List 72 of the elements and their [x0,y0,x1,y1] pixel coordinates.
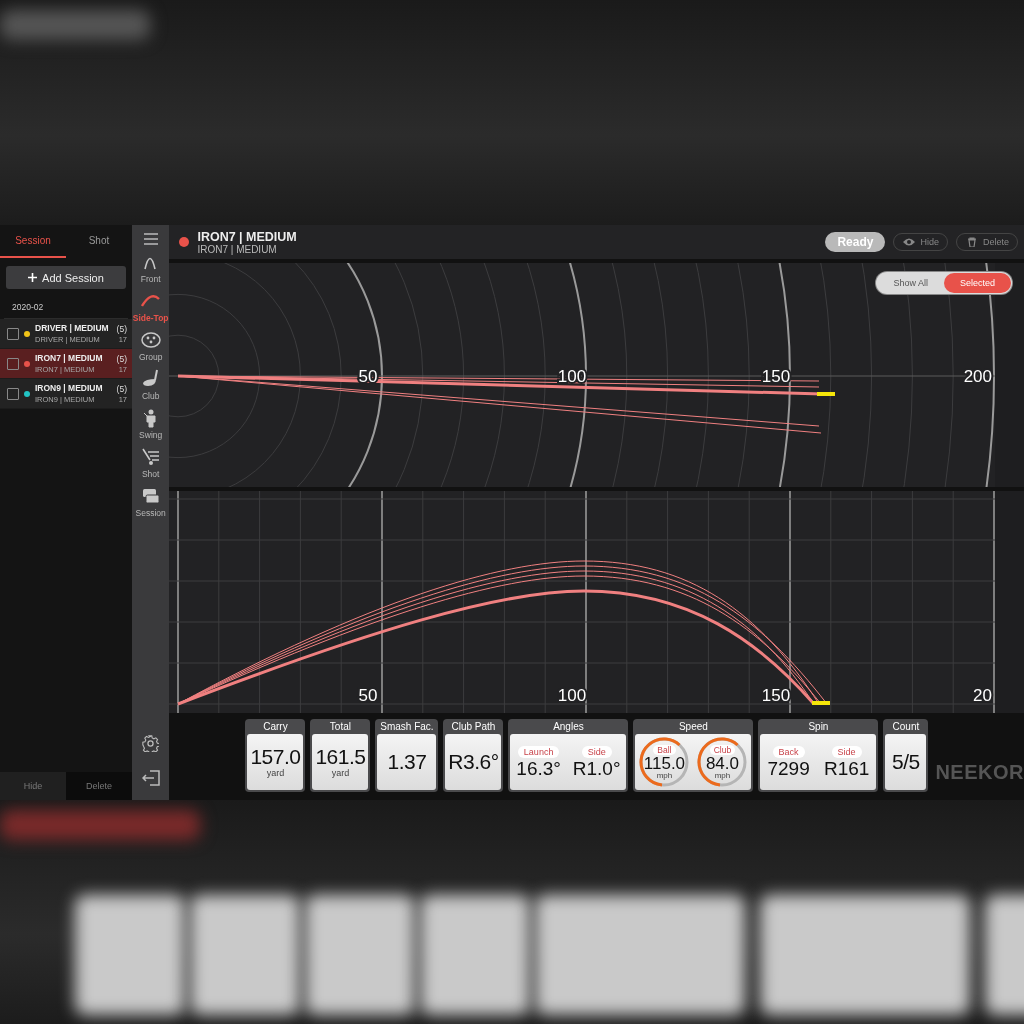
ball-icon [140,330,161,350]
toggle-option[interactable]: Show All [877,273,944,293]
settings-icon[interactable] [142,735,160,752]
stat-title: Club Path [450,720,497,734]
plus-icon [28,273,38,282]
distance-label: 20 [973,686,993,705]
stat-value: 1.37 [387,751,427,773]
stat-unit: mph [656,771,673,780]
sidebar-tab[interactable]: Shot [66,225,132,258]
shot-count: (5) [116,353,127,364]
checkbox[interactable] [7,387,19,400]
nav-item[interactable]: Session [135,486,166,518]
shot-subtitle: IRON7 | MEDIUM [197,243,278,255]
stat-value: R161 [823,758,870,779]
distance-label: 200 [964,367,993,386]
session-name: DRIVER | MEDIUM [35,323,110,333]
stat-unit: yard [331,768,350,778]
session-name: IRON7 | MEDIUM [35,353,104,363]
stat-title: Speed [677,720,709,734]
shot-title: IRON7 | MEDIUM [197,229,298,244]
brand-logo: NEEKOR [935,761,1024,784]
stat-title: Carry [262,720,289,734]
stat-value: R3.6° [448,751,499,773]
stat-title: Count [891,720,921,734]
session-name: IRON9 | MEDIUM [35,383,104,393]
stat-label: Side [581,745,612,758]
distance-label: 150 [762,686,791,705]
stat-value: R1.0° [572,758,621,779]
stat-value: 5/5 [892,751,920,773]
nav-item[interactable]: Side-Top [132,291,169,323]
footer-button[interactable]: Delete [66,772,132,800]
stat-label: Ball [653,744,676,755]
stat-title: Smash Fac. [379,720,435,734]
stat-value: 115.0 [643,754,686,772]
stat-title: Total [328,720,352,734]
distance-label: 100 [558,686,587,705]
list-icon [140,447,161,467]
nav-item[interactable]: Front [140,252,161,284]
view-toggle[interactable]: Show All Selected [876,272,1012,294]
stat-label: Launch [517,745,560,758]
stat-value: 7299 [767,758,810,779]
stat-unit: yard [266,768,285,778]
stat-unit: mph [714,771,731,780]
nav-item[interactable]: Group [138,330,163,362]
menu-icon[interactable] [143,233,158,245]
stat-value: 84.0 [705,754,739,772]
add-session-button[interactable]: Add Session [6,266,126,289]
distance-label: 50 [358,686,378,705]
checkbox[interactable] [7,327,19,340]
toggle-option[interactable]: Selected [943,273,1011,293]
club-head-icon [140,369,161,389]
nav-item[interactable]: Club [140,369,161,401]
exit-icon[interactable] [141,770,160,786]
stat-label: Back [772,745,805,758]
nav-item[interactable]: Shot [140,447,161,479]
stat-title: Spin [807,720,830,734]
nav-item[interactable]: Swing [139,408,163,440]
stat-value: 157.0 [250,746,301,768]
trash-icon [965,237,979,247]
stat-title: Angles [552,720,585,734]
footer-button[interactable]: Hide [0,772,66,800]
stat-value: 161.5 [315,746,366,768]
stat-label: Club [709,744,736,755]
distance-label: 100 [558,367,587,386]
eye-icon [902,237,917,247]
checkbox[interactable] [7,357,19,370]
stat-label: Side [831,745,862,758]
sidebar-tab[interactable]: Session [0,225,66,258]
cards-icon [140,486,161,506]
shot-count: (5) [116,323,127,334]
stat-value: 16.3° [516,758,561,779]
shot-count: (5) [116,383,127,394]
